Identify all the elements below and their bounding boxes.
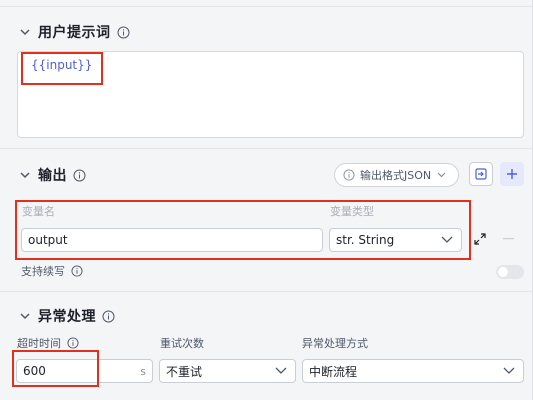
info-icon[interactable] (71, 265, 83, 277)
info-icon[interactable] (67, 337, 79, 349)
section-divider (0, 291, 533, 292)
output-format-label: 输出格式JSON (360, 169, 432, 182)
output-header[interactable]: 输出 (20, 165, 86, 185)
highlight-box-output (15, 200, 471, 260)
chevron-down-icon (20, 172, 30, 179)
retry-value: 不重试 (166, 364, 203, 379)
add-variable-button[interactable] (500, 162, 524, 186)
info-icon[interactable] (73, 169, 86, 182)
section-divider (0, 148, 533, 149)
retry-label: 重试次数 (160, 337, 204, 350)
toggle-knob (498, 267, 508, 277)
minus-icon[interactable] (503, 238, 514, 240)
info-icon[interactable] (102, 310, 115, 323)
streaming-label: 支持续写 (21, 265, 65, 278)
output-title: 输出 (38, 168, 67, 184)
highlight-box-prompt (21, 52, 103, 85)
timeout-label-wrap: 超时时间 (17, 335, 79, 351)
timeout-label: 超时时间 (17, 337, 61, 350)
plus-icon (507, 169, 517, 179)
retry-select[interactable]: 不重试 (159, 359, 296, 383)
streaming-label-wrap: 支持续写 (21, 263, 83, 279)
chevron-down-icon (275, 367, 287, 374)
method-select[interactable]: 中断流程 (302, 359, 524, 383)
timeout-unit: s (140, 365, 146, 378)
expand-icon[interactable] (474, 233, 486, 245)
method-value: 中断流程 (309, 364, 358, 379)
streaming-toggle[interactable] (496, 265, 524, 279)
highlight-box-timeout (12, 350, 99, 387)
chevron-down-icon (503, 367, 515, 374)
top-divider (0, 6, 533, 7)
import-icon (475, 168, 487, 180)
info-icon[interactable] (117, 26, 130, 39)
info-icon (343, 169, 355, 181)
user-prompt-title: 用户提示词 (38, 25, 111, 41)
method-label: 异常处理方式 (302, 337, 368, 350)
chevron-down-icon (20, 313, 30, 320)
user-prompt-header[interactable]: 用户提示词 (20, 22, 130, 42)
error-handling-title: 异常处理 (38, 309, 96, 325)
chevron-down-icon (20, 29, 30, 36)
chevron-down-icon (437, 172, 446, 178)
import-button[interactable] (469, 162, 493, 186)
error-handling-header[interactable]: 异常处理 (20, 306, 115, 326)
output-format-button[interactable]: 输出格式JSON (334, 163, 459, 187)
